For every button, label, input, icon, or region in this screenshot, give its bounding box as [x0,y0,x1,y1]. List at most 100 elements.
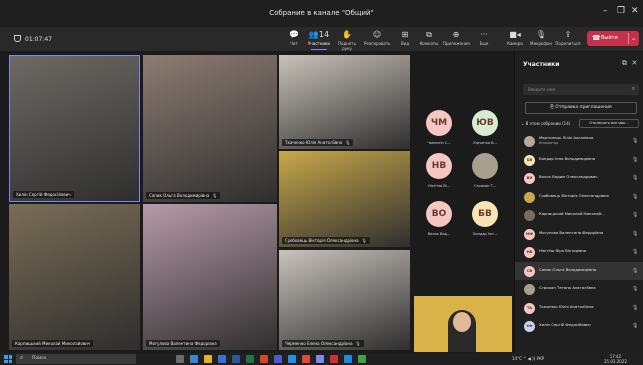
powerpoint-icon[interactable] [260,355,268,363]
acrobat-icon[interactable] [330,355,338,363]
participant-name: Карпицький Миколай Миколай... [539,211,605,216]
participant-name: Бондар Інна Володимирівна [539,155,596,161]
participant-row[interactable]: СВ Сапик Ольга Володимирівна 🎙 [515,261,643,280]
participant-name: Ткаченко Юлія Анатоліївна [539,303,594,309]
participant-row[interactable]: МФ Могулова Валентина Федорівна 🎙 [515,225,643,244]
excel-icon[interactable] [246,355,254,363]
avatar: НВ [524,247,535,258]
mail-icon[interactable] [288,355,296,363]
participant-row[interactable]: Гробовець Вікторія Олександрівна 🎙 [515,188,643,207]
participant-avatar-tile[interactable]: БВ Бондар Інн... [463,201,507,251]
app-icon[interactable] [358,355,366,363]
avatar: ВО [524,173,535,184]
participant-row[interactable]: БВ Бондар Інна Володимирівна 🎙 [515,151,643,170]
mute-all-button[interactable]: Отключить все мик... [579,119,639,128]
participant-row[interactable]: Стрикан Тетяна Анатоліївна 🎙 [515,280,643,299]
avatar [524,284,535,295]
rooms-button[interactable]: ⧉ Комнаты [416,30,442,46]
video-tile[interactable]: Хилін Сергій Федосійович [9,55,140,202]
store-icon[interactable] [218,355,226,363]
video-tile[interactable]: Гробовець Вікторія Олександрівна 🎙 [279,151,410,247]
teams-meeting-window: Собрание в канале "Общий" – ❐ ✕ 01:07:47… [0,0,643,365]
participant-avatar-tile[interactable]: НВ Нікітіна Ві... [417,153,461,203]
participant-row[interactable]: НВ Нікітіна Віра Вікторівна 🎙 [515,243,643,262]
video-tile[interactable]: Карпицький Миколай Миколайович [9,204,140,350]
shield-icon [14,35,21,42]
raise-hand-button[interactable]: ✋ Поднять руку [334,30,360,51]
react-button[interactable]: ☺ Реагировать [364,30,391,46]
camera-label: Камера [507,41,523,46]
taskbar-search-input[interactable]: ⌕ Поиск [16,354,136,364]
participants-button[interactable]: 👥14 Участники [306,30,332,50]
video-tile[interactable]: Могулова Валентина Федорівна [143,204,277,350]
tile-name: Черменко Елена Олександрівна 🎙 [282,340,364,347]
taskbar-clock[interactable]: 17:42 25.03.2022 [604,354,627,364]
participant-row[interactable]: ТА Ткаченко Юлія Анатоліївна 🎙 [515,299,643,318]
raise-hand-label: Поднять руку [338,41,356,51]
in-meeting-header[interactable]: ⌄ В этом собрании (14) [521,121,570,126]
apps-button[interactable]: ⊕ Приложения [443,30,470,46]
avatar: ВО [426,201,452,227]
popout-icon[interactable]: ⧉ [622,59,627,67]
video-tile[interactable]: Сапик Ольга Володимирівна 🎙 [143,55,277,202]
chevron-down-icon[interactable]: ⌄ [631,31,636,46]
share-icon: ⇪ [564,30,572,39]
tile-name: Хилін Сергій Федосійович [13,191,74,198]
participants-panel: Участники ⧉ ✕ Введите имя ⌕ ⎘ Отправка пр… [514,52,643,353]
telegram-icon[interactable] [344,355,352,363]
mic-off-icon: 🎙 [632,267,639,274]
edge-icon[interactable] [190,355,198,363]
participant-avatar-tile[interactable]: ВО Волок Вад... [417,201,461,251]
mic-off-icon: 🎙 [355,341,361,346]
avatar: СВ [524,265,535,277]
chat-button[interactable]: 💬 Чат [281,30,307,46]
apps-label: Приложения [443,41,470,46]
avatar-name: Юрченко В... [473,141,497,145]
avatar: БВ [524,154,535,166]
more-label: Еще [479,41,489,46]
view-label: Вид [400,41,410,46]
search-icon: ⌕ [20,354,24,361]
close-icon[interactable]: ✕ [631,6,639,16]
microphone-button[interactable]: 🎙 Микрофон [528,30,554,46]
teams-icon[interactable] [274,355,282,363]
view-button[interactable]: ⊞ Вид [392,30,418,46]
participant-search-input[interactable]: Введите имя ⌕ [523,84,639,95]
avatar: ЮВ [472,110,498,136]
camera-button[interactable]: ■◂ Камера [502,30,528,46]
participant-avatar-tile[interactable]: Стрикан Т... [463,153,507,203]
avatar: МФ [524,228,535,240]
video-tile[interactable]: Ткаченко Юлія Анатоліївна 🎙 [279,55,410,149]
participant-row[interactable]: ХФ Хилін Сергій Федосійович 🎙 [515,317,643,336]
system-tray[interactable]: 14°C ^ ◀ )) УКР [512,356,544,361]
share-button[interactable]: ⇪ Поделиться [555,30,581,46]
maximize-icon[interactable]: ❐ [617,6,625,16]
send-invite-button[interactable]: ⎘ Отправка приглашения [525,102,637,114]
avatar-name: Чаплигін С... [427,141,451,145]
mic-off-icon: 🎙 [632,249,639,255]
file-explorer-icon[interactable] [204,355,212,363]
participant-row[interactable]: Мартинець Лілія Ахсанівна Инициатор 🎙 [515,132,643,151]
more-button[interactable]: ··· Еще [471,30,497,46]
video-tile[interactable]: Черменко Елена Олександрівна 🎙 [279,250,410,350]
task-view-icon[interactable] [176,355,184,363]
leave-button[interactable]: ☎ Выйти ⌄ [587,31,639,46]
avatar-name: Нікітіна Ві... [428,184,450,188]
mic-off-icon: 🎙 [632,304,639,311]
avatar: НВ [426,153,452,179]
close-panel-icon[interactable]: ✕ [631,59,637,67]
mic-off-icon: 🎙 [632,286,639,292]
phone-icon: ☎ [592,34,601,42]
participant-role: Инициатор [539,141,559,145]
chrome-icon[interactable] [302,355,310,363]
windows-taskbar: ⌕ Поиск 14°C ^ ◀ )) УКР 17:42 25.03.2022 [0,353,643,365]
teams-meeting-icon[interactable] [316,355,324,363]
self-view-tile[interactable] [414,296,512,352]
participant-row[interactable]: Карпицький Миколай Миколай... 🎙 [515,206,643,225]
windows-start-icon[interactable] [4,355,12,363]
camera-icon: ■◂ [509,30,521,39]
mic-off-icon: 🎙 [632,230,639,237]
minimize-icon[interactable]: – [603,6,608,16]
participant-row[interactable]: ВО Волох Вадим Олександрович 🎙 [515,169,643,188]
word-icon[interactable] [232,355,240,363]
